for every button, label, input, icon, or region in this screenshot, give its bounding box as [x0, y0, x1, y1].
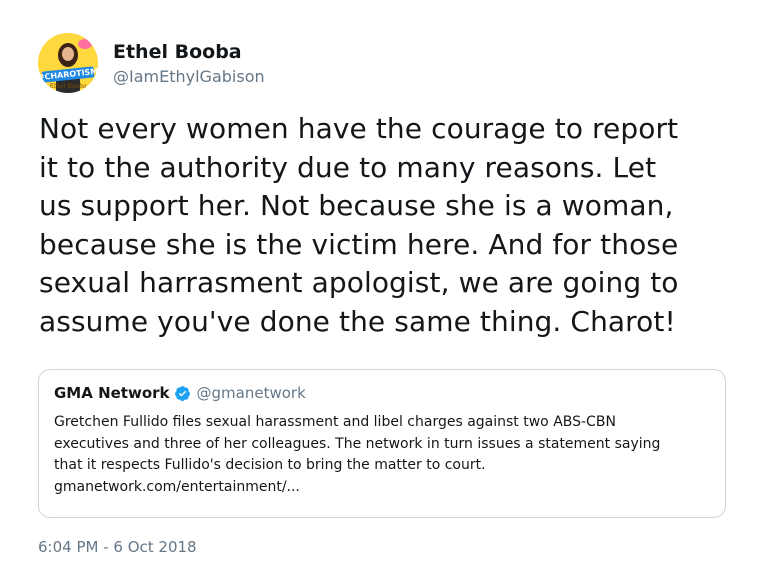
quoted-text-line: executives and three of her colleagues. …: [54, 435, 661, 452]
avatar-image: #CHAROTISM Ethel Booba: [38, 33, 98, 93]
tweet-text: Not every women have the courage to repo…: [39, 110, 739, 341]
author-display-name[interactable]: Ethel Booba: [113, 40, 265, 64]
tweet-text-line: it to the authority due to many reasons.…: [39, 150, 657, 184]
svg-text:Ethel Booba: Ethel Booba: [48, 83, 87, 90]
avatar[interactable]: #CHAROTISM Ethel Booba: [38, 33, 98, 93]
author-handle[interactable]: @IamEthylGabison: [113, 66, 265, 88]
quoted-tweet-text: Gretchen Fullido files sexual harassment…: [54, 412, 719, 498]
quoted-tweet-header: GMA Network @gmanetwork: [54, 384, 306, 402]
quoted-text-line: that it respects Fullido's decision to b…: [54, 457, 486, 474]
quoted-author-handle: @gmanetwork: [196, 384, 306, 402]
quoted-tweet-card[interactable]: GMA Network @gmanetwork Gretchen Fullido…: [38, 369, 726, 518]
quoted-text-line: Gretchen Fullido files sexual harassment…: [54, 414, 616, 430]
tweet-timestamp[interactable]: 6:04 PM - 6 Oct 2018: [38, 536, 197, 558]
tweet-text-line: Not every women have the courage to repo…: [39, 112, 679, 145]
quoted-link[interactable]: gmanetwork.com/entertainment/...: [54, 477, 719, 499]
author-names: Ethel Booba @IamEthylGabison: [113, 38, 265, 88]
tweet-text-line: because she is the victim here. And for …: [39, 227, 679, 261]
tweet-text-line: us support her. Not because she is a wom…: [39, 189, 674, 222]
verified-badge-icon: [174, 385, 191, 402]
tweet-card: #CHAROTISM Ethel Booba Ethel Booba @IamE…: [0, 0, 768, 567]
tweet-text-line: assume you've done the same thing. Charo…: [39, 304, 676, 338]
quoted-author-name: GMA Network: [54, 384, 170, 402]
tweet-header: #CHAROTISM Ethel Booba Ethel Booba @IamE…: [38, 32, 265, 94]
tweet-text-line: sexual harrasment apologist, we are goin…: [39, 266, 679, 299]
